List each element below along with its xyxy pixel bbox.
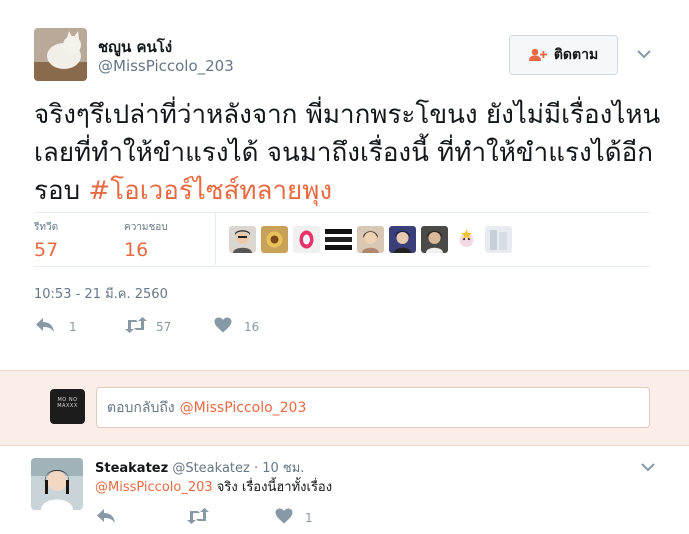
- reply-text: @MissPiccolo_203 จริง เรื่องนี้ฮาทั้งเรื…: [95, 476, 332, 497]
- retweet-count: 57: [156, 319, 172, 334]
- reply-header: Steakatez @Steakatez · 10 ชม.: [95, 457, 304, 478]
- reply-author-name[interactable]: Steakatez: [95, 461, 168, 476]
- reply-count: 1: [69, 319, 77, 334]
- author-avatar[interactable]: [34, 28, 87, 81]
- reply-input[interactable]: ตอบกลับถึง @MissPiccolo_203: [96, 387, 650, 428]
- reply-tweet-reply-action[interactable]: [96, 508, 116, 527]
- heart-icon: [275, 508, 293, 527]
- reply-author-handle[interactable]: @Steakatez: [172, 461, 250, 476]
- like-action[interactable]: 16: [214, 317, 259, 336]
- tweet-text: จริงๆรึเปล่าที่ว่าหลังจาก พี่มากพระโขนง …: [34, 96, 664, 210]
- reply-icon: [96, 508, 116, 527]
- liker-avatar[interactable]: [421, 226, 448, 253]
- main-tweet: ชญูน คนโง่ @MissPiccolo_203 ติดตาม จริงๆ…: [0, 0, 689, 370]
- retweet-action[interactable]: 57: [124, 317, 171, 336]
- liker-avatar[interactable]: [389, 226, 416, 253]
- reply-tweet-like-action[interactable]: 1: [275, 508, 313, 527]
- likes-count: 16: [124, 239, 149, 261]
- follow-label: ติดตาม: [553, 47, 599, 63]
- current-user-avatar-text: MO NO MAXXX: [57, 397, 78, 409]
- liker-avatar[interactable]: [293, 226, 320, 253]
- liker-avatar[interactable]: [485, 226, 512, 253]
- stats-bottom-divider: [34, 266, 650, 267]
- reply-action[interactable]: 1: [35, 317, 77, 336]
- reply-mention[interactable]: @MissPiccolo_203: [95, 480, 213, 495]
- reply-icon: [35, 317, 55, 336]
- reply-time[interactable]: · 10 ชม.: [254, 461, 304, 476]
- reply-tweet-retweet-action[interactable]: [186, 508, 210, 527]
- reply-input-mention: @MissPiccolo_203: [179, 399, 307, 416]
- retweets-count: 57: [34, 239, 59, 261]
- retweet-stat[interactable]: รีทวีต 57: [34, 220, 58, 261]
- retweets-label: รีทวีต: [34, 222, 59, 233]
- liker-avatar[interactable]: [357, 226, 384, 253]
- heart-icon: [214, 317, 232, 336]
- liker-avatar[interactable]: [325, 226, 352, 253]
- reply-author-avatar[interactable]: [31, 458, 83, 510]
- author-handle[interactable]: @MissPiccolo_203: [98, 57, 234, 75]
- likes-label: ความชอบ: [124, 222, 168, 233]
- liker-avatar[interactable]: [453, 226, 480, 253]
- reply-body-text: จริง เรื่องนี้ฮาทั้งเรื่อง: [212, 480, 333, 495]
- stats-divider: [215, 213, 216, 265]
- author-display-name[interactable]: ชญูน คนโง่: [98, 35, 172, 59]
- liker-avatar[interactable]: [261, 226, 288, 253]
- like-count: 16: [244, 319, 260, 334]
- chevron-down-icon[interactable]: [636, 44, 652, 63]
- reply-like-count: 1: [305, 510, 313, 525]
- reply-input-prefix: ตอบกลับถึง: [107, 399, 175, 416]
- reply-chevron-down-icon[interactable]: [640, 457, 656, 476]
- likes-stat[interactable]: ความชอบ 16: [124, 220, 168, 261]
- current-user-avatar[interactable]: MO NO MAXXX: [50, 389, 85, 424]
- tweet-timestamp[interactable]: 10:53 - 21 มี.ค. 2560: [34, 283, 168, 304]
- follow-button[interactable]: ติดตาม: [509, 35, 618, 75]
- retweet-icon: [124, 317, 148, 336]
- add-user-icon: [528, 48, 547, 62]
- likers-row: [229, 226, 512, 253]
- stats-top-divider: [34, 212, 650, 213]
- retweet-icon: [186, 508, 210, 527]
- liker-avatar[interactable]: [229, 226, 256, 253]
- hashtag-link[interactable]: #โอเวอร์ไซส์ทลายพุง: [88, 176, 332, 206]
